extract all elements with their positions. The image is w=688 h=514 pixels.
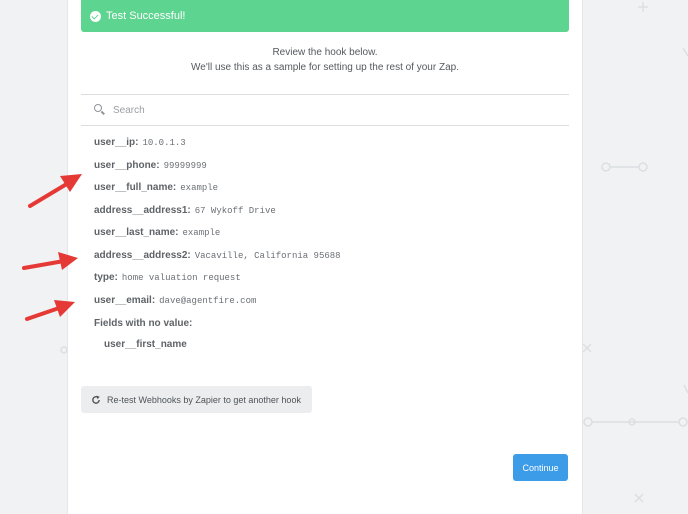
- field-key: address__address2:: [94, 249, 191, 261]
- success-banner-text: Test Successful!: [106, 10, 186, 22]
- search-input[interactable]: [111, 103, 555, 117]
- search-icon: [94, 104, 106, 116]
- field-key: user__ip:: [94, 137, 139, 148]
- field-row: type: home valuation request: [94, 272, 341, 295]
- check-circle-icon: [90, 10, 101, 22]
- field-key: address__address1:: [94, 204, 191, 216]
- field-key: user__email:: [94, 294, 156, 306]
- intro-line-2: We'll use this as a sample for setting u…: [191, 62, 459, 73]
- field-row: user__email: dave@agentfire.com: [94, 295, 341, 318]
- success-banner: Test Successful!: [81, 0, 569, 32]
- field-value: 10.0.1.3: [142, 138, 186, 148]
- hook-review-panel: Test Successful! Review the hook below. …: [67, 0, 583, 514]
- field-row: user__phone: 99999999: [94, 160, 341, 183]
- no-value-heading: Fields with no value:: [94, 318, 193, 329]
- intro-line-1: Review the hook below.: [272, 47, 378, 58]
- field-value: Vacaville, California 95688: [194, 250, 341, 261]
- field-key: user__phone:: [94, 159, 160, 171]
- search-bar[interactable]: [81, 94, 569, 126]
- field-key: user__last_name:: [94, 227, 179, 238]
- retest-button-label: Re-test Webhooks by Zapier to get anothe…: [107, 394, 301, 405]
- no-value-field: user__first_name: [104, 339, 187, 350]
- field-key: type:: [94, 272, 118, 283]
- retest-button[interactable]: Re-test Webhooks by Zapier to get anothe…: [81, 386, 312, 413]
- field-value: 67 Wykoff Drive: [194, 205, 276, 216]
- field-row: user__full_name: example: [94, 182, 341, 205]
- field-value: home valuation request: [121, 273, 241, 283]
- refresh-icon: [92, 395, 100, 404]
- field-value: example: [180, 183, 219, 193]
- field-row: address__address1: 67 Wykoff Drive: [94, 205, 341, 228]
- intro-text: Review the hook below. We'll use this as…: [68, 45, 582, 75]
- field-value: dave@agentfire.com: [159, 295, 257, 306]
- field-value: 99999999: [163, 160, 207, 171]
- field-key: user__full_name:: [94, 182, 177, 193]
- hook-fields-list: user__ip: 10.0.1.3 user__phone: 99999999…: [94, 137, 341, 350]
- field-row: user__ip: 10.0.1.3: [94, 137, 341, 160]
- field-value: example: [182, 228, 221, 238]
- field-row: user__last_name: example: [94, 227, 341, 250]
- field-row: address__address2: Vacaville, California…: [94, 250, 341, 273]
- continue-button[interactable]: Continue: [513, 454, 568, 481]
